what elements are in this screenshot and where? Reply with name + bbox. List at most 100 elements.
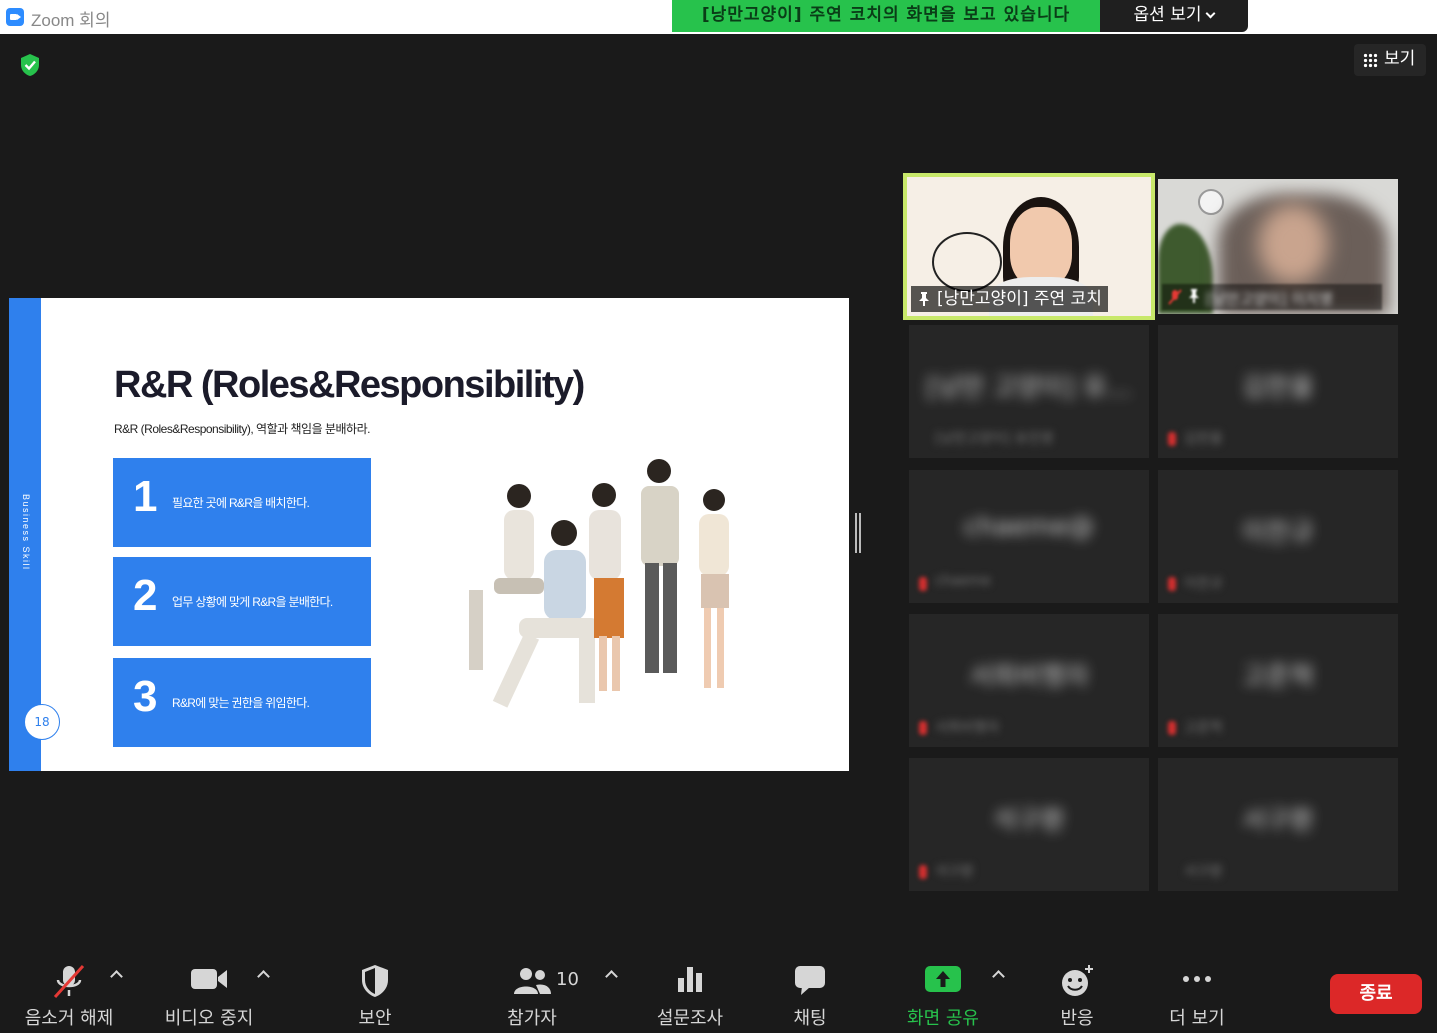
polls-label: 설문조사 [656, 1008, 724, 1029]
gallery-view-label: 보기 [1384, 49, 1416, 69]
participant-name: 김한울 [1242, 373, 1314, 403]
participant-face-blur [1258, 204, 1328, 284]
participant-count-badge: 10 [556, 969, 579, 990]
share-options-chevron-icon[interactable] [992, 970, 1005, 983]
slide-subheading: R&R (Roles&Responsibility), 역할과 책임을 분배하라… [114, 422, 370, 436]
participants-options-chevron-icon[interactable] [605, 970, 618, 983]
more-dots-icon [1183, 976, 1211, 982]
more-button[interactable]: 더 보기 [1160, 952, 1234, 1033]
view-options-button[interactable]: 옵션 보기 [1100, 0, 1248, 32]
slide-card-2: 2 업무 상황에 맞게 R&R을 분배한다. [113, 557, 371, 646]
participant-subname: [낭만고양이] 유진영 [935, 431, 1054, 447]
shield-icon [362, 965, 388, 997]
chat-button[interactable]: 채팅 [776, 952, 844, 1033]
smiley-plus-icon [1062, 965, 1093, 996]
split-drag-handle[interactable] [855, 513, 861, 553]
end-meeting-button[interactable]: 종료 [1330, 974, 1422, 1014]
mic-muted-icon [1168, 289, 1182, 305]
team-people-illustration [469, 459, 729, 708]
unmute-label: 음소거 해제 [24, 1008, 114, 1029]
stop-video-label: 비디오 중지 [164, 1008, 254, 1029]
security-shield-icon[interactable] [19, 53, 41, 77]
participant-subname: 서구환 [1184, 864, 1223, 880]
mic-muted-icon [919, 577, 927, 591]
chevron-down-icon [1206, 8, 1216, 19]
share-screen-label: 화면 공유 [907, 1008, 979, 1029]
participant-name: 고준혁 [1242, 662, 1314, 692]
window-title: Zoom 회의 [31, 11, 111, 30]
slide-page-number: 18 [24, 704, 60, 740]
cat-doodle-icon [932, 232, 1002, 292]
participant-name: 서구환 [1242, 806, 1314, 836]
speaker-face [1010, 207, 1072, 287]
participant-name: 석구환 [993, 806, 1065, 836]
participant-name-bar: [낭만고양이] 이지영 [1162, 284, 1382, 310]
more-label: 더 보기 [1169, 1008, 1225, 1029]
mic-muted-icon [1168, 432, 1176, 446]
reactions-label: 반응 [1060, 1008, 1094, 1029]
slide-card-3: 3 R&R에 맞는 권한을 위임한다. [113, 658, 371, 747]
grid-icon [1363, 53, 1378, 68]
slide-vertical-label: Business Skill [21, 494, 31, 571]
meeting-toolbar: 음소거 해제 비디오 중지 보안 10 참가자 설문조사 채팅 화면 공유 반응… [0, 952, 1437, 1033]
share-screen-button[interactable]: 화면 공유 [900, 952, 986, 1033]
participant-tile[interactable]: 석구환 석구환 [909, 758, 1149, 891]
participant-tile[interactable]: 서희비행자 서희비행자 [909, 614, 1149, 747]
zoom-logo-icon [6, 8, 24, 26]
card-number: 1 [133, 472, 158, 521]
participants-label: 참가자 [507, 1008, 557, 1029]
bar-chart-icon [678, 967, 702, 992]
card-number: 3 [133, 672, 158, 721]
mic-muted-icon [919, 721, 927, 735]
wall-clock-icon [1198, 189, 1224, 215]
participant-tile[interactable]: chaeme@ chaeme [909, 470, 1149, 603]
participant-tile-2[interactable]: [낭만고양이] 이지영 [1158, 179, 1398, 314]
participant-tile[interactable]: 고준혁 고준혁 [1158, 614, 1398, 747]
participants-icon [514, 968, 551, 994]
polls-button[interactable]: 설문조사 [648, 952, 732, 1033]
participant-name: chaeme@ [963, 512, 1095, 542]
stop-video-button[interactable]: 비디오 중지 [158, 952, 260, 1033]
participant-tile[interactable]: 이찬규 이찬규 [1158, 470, 1398, 603]
participant-name: [낭만고양이] 주연 코치 [937, 289, 1102, 309]
card-text: 업무 상황에 맞게 R&R을 분배한다. [172, 595, 333, 609]
slide-heading: R&R (Roles&Responsibility) [114, 364, 585, 406]
security-label: 보안 [358, 1008, 392, 1029]
participant-subname: 서희비행자 [935, 720, 1000, 736]
participant-name-bar: [낭만고양이] 주연 코치 [911, 286, 1108, 312]
view-options-label: 옵션 보기 [1133, 5, 1202, 25]
reactions-button[interactable]: 반응 [1040, 952, 1114, 1033]
share-status-banner: [낭만고양이] 주연 코치의 화면을 보고 있습니다 [672, 0, 1100, 32]
security-button[interactable]: 보안 [335, 952, 415, 1033]
gallery-view-button[interactable]: 보기 [1354, 44, 1426, 76]
active-speaker-tile[interactable]: [낭만고양이] 주연 코치 [903, 173, 1155, 320]
participant-tile[interactable]: [낭만 고양이] 유... [낭만고양이] 유진영 [909, 325, 1149, 458]
slide-card-1: 1 필요한 곳에 R&R을 배치한다. [113, 458, 371, 547]
participant-name: [낭만 고양이] 유... [926, 373, 1132, 403]
participant-subname: 이찬규 [1184, 576, 1223, 592]
unmute-button[interactable]: 음소거 해제 [18, 952, 120, 1033]
participant-tile[interactable]: 서구환 서구환 [1158, 758, 1398, 891]
video-camera-icon [191, 969, 227, 989]
mic-muted-icon [1168, 577, 1176, 591]
participants-button[interactable]: 10 참가자 [492, 952, 579, 1033]
card-number: 2 [133, 571, 158, 620]
participant-subname: 김한울 [1184, 431, 1223, 447]
mic-muted-icon [919, 865, 927, 879]
shared-screen-slide: Business Skill 18 R&R (Roles&Responsibil… [9, 298, 849, 771]
participant-subname: 고준혁 [1184, 720, 1223, 736]
participant-tile[interactable]: 김한울 김한울 [1158, 325, 1398, 458]
participant-name: [낭만고양이] 이지영 [1206, 290, 1333, 308]
pin-icon [919, 292, 929, 306]
mic-muted-icon [1168, 721, 1176, 735]
chat-label: 채팅 [793, 1008, 827, 1029]
participant-name: 서희비행자 [969, 662, 1089, 692]
card-text: 필요한 곳에 R&R을 배치한다. [172, 496, 310, 510]
chat-bubble-icon [795, 966, 825, 995]
participant-subname: 석구환 [935, 864, 974, 880]
card-text: R&R에 맞는 권한을 위임한다. [172, 696, 310, 710]
mic-muted-icon [53, 964, 85, 999]
pin-icon [1189, 289, 1199, 303]
share-screen-icon [925, 966, 961, 992]
participant-name: 이찬규 [1242, 518, 1314, 548]
